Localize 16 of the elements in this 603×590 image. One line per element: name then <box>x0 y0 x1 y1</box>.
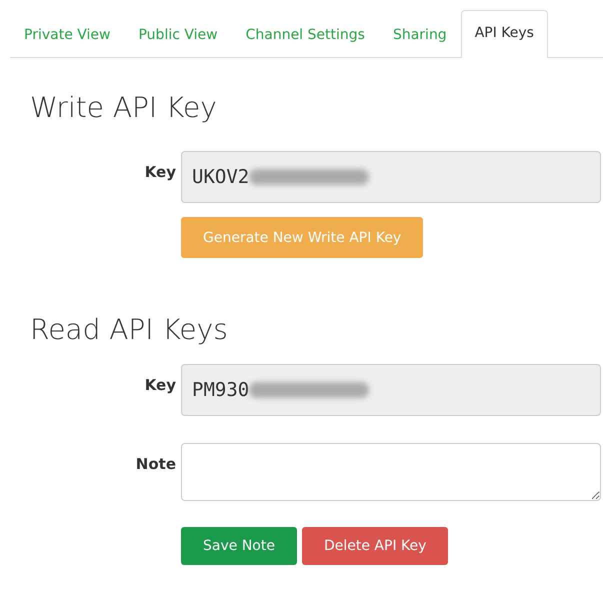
key-field: UKOV2 <box>181 151 601 203</box>
field-label: Key <box>144 375 176 394</box>
field-label: Key <box>144 162 176 181</box>
key-field: PM930 <box>181 364 601 416</box>
save-note-button[interactable]: Save Note <box>181 527 297 565</box>
note-field[interactable] <box>181 443 601 501</box>
section-heading: Write API Key <box>30 90 217 126</box>
generate-key-button[interactable]: Generate New Write API Key <box>181 217 424 258</box>
tab[interactable]: Sharing <box>378 12 461 58</box>
section-heading: Read API Keys <box>30 312 228 348</box>
tab[interactable]: Channel Settings <box>232 12 379 58</box>
field-label: Note <box>134 454 176 473</box>
delete-key-button[interactable]: Delete API Key <box>302 527 448 565</box>
tab[interactable]: Public View <box>124 12 232 58</box>
tab[interactable]: Private View <box>10 12 124 58</box>
tab[interactable]: API Keys <box>460 10 548 58</box>
